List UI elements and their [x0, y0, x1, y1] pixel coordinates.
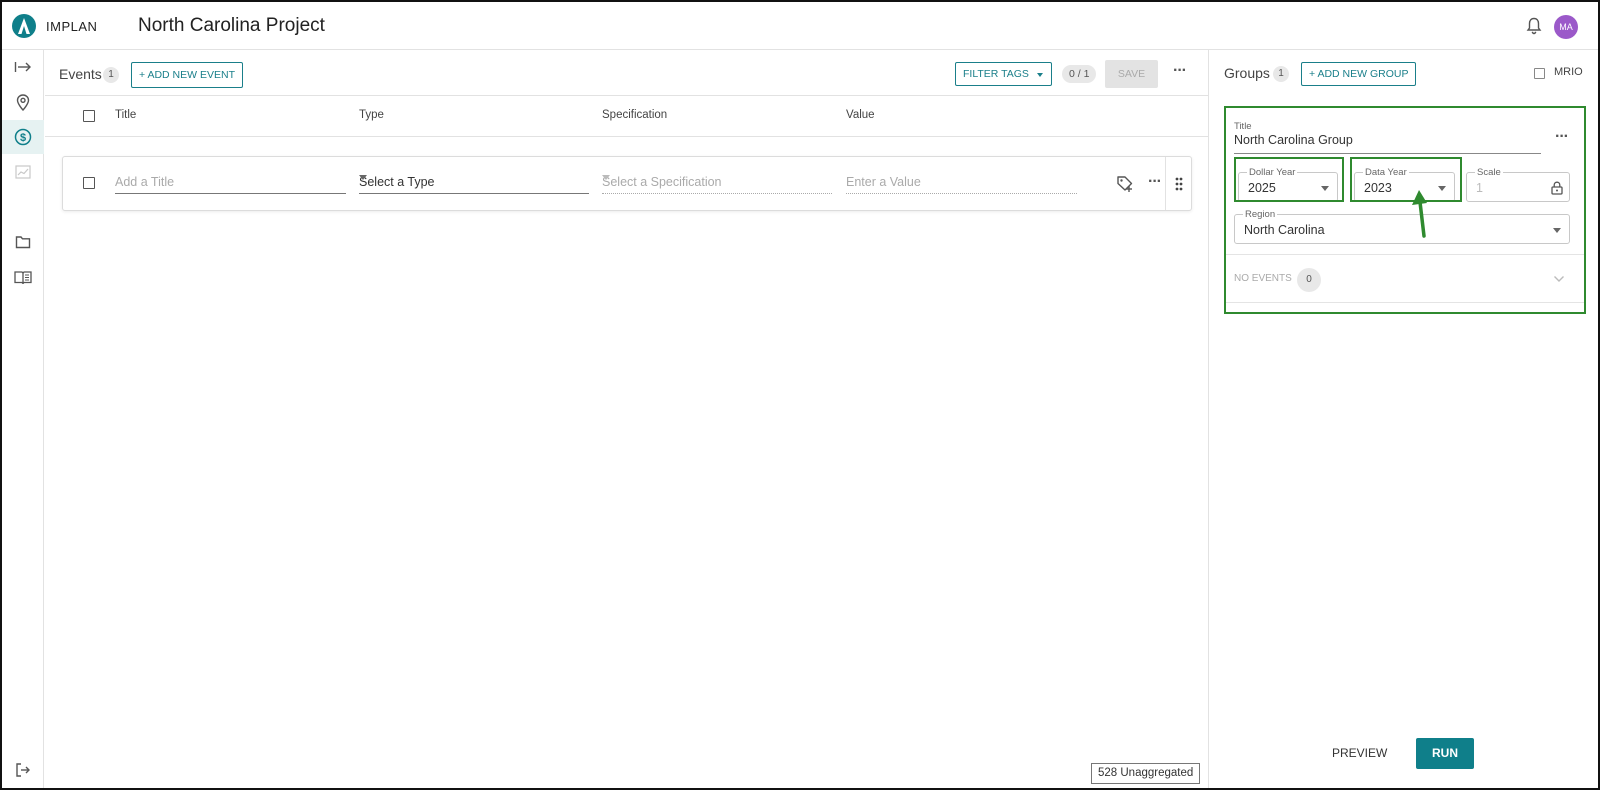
scale-label: Scale: [1475, 167, 1503, 178]
group-title-value: North Carolina Group: [1234, 133, 1353, 147]
chart-line-icon: [15, 165, 31, 179]
region-label: Region: [1243, 209, 1278, 220]
event-type-select[interactable]: Select a Type: [359, 174, 589, 194]
logout-button[interactable]: [2, 753, 44, 787]
mrio-checkbox[interactable]: [1534, 68, 1545, 79]
selection-count-badge: 0 / 1: [1062, 65, 1097, 83]
group-title-label: Title: [1234, 121, 1252, 132]
dollar-year-highlight: [1234, 157, 1344, 202]
group-divider: [1226, 254, 1584, 255]
location-pin-icon: [16, 93, 30, 111]
left-nav-rail: $: [2, 50, 44, 788]
group-card: Title North Carolina Group ··· Dollar Ye…: [1224, 106, 1586, 314]
chevron-down-icon: [1036, 73, 1043, 77]
events-toolbar: Events 1 + ADD NEW EVENT FILTER TAGS 0 /…: [45, 50, 1209, 96]
chevron-down-icon: [359, 175, 367, 180]
event-row-more-icon[interactable]: ···: [1148, 173, 1162, 191]
add-tag-icon[interactable]: [1116, 175, 1134, 193]
column-title: Title: [115, 109, 137, 121]
group-events-count-badge: 0: [1297, 268, 1321, 292]
rail-expand-button[interactable]: [2, 50, 44, 84]
events-more-icon[interactable]: ···: [1173, 62, 1187, 80]
column-value: Value: [846, 109, 875, 121]
events-count-badge: 1: [103, 67, 119, 83]
expand-arrow-icon: [14, 62, 31, 72]
group-title-input[interactable]: North Carolina Group: [1234, 133, 1541, 154]
events-label: Events: [59, 66, 102, 82]
project-title: North Carolina Project: [138, 15, 325, 36]
select-all-checkbox[interactable]: [83, 110, 95, 122]
event-title-input[interactable]: Add a Title: [115, 174, 346, 194]
event-type-value: Select a Type: [359, 175, 435, 189]
save-button[interactable]: SAVE: [1105, 60, 1158, 88]
rail-item-impacts[interactable]: $: [2, 120, 44, 154]
drag-handle-icon: [1175, 177, 1182, 190]
folder-icon: [15, 236, 31, 249]
dollar-circle-icon: $: [14, 128, 32, 146]
brand-name: IMPLAN: [46, 19, 98, 34]
book-icon: [14, 271, 32, 284]
preview-button[interactable]: PREVIEW: [1332, 746, 1387, 760]
filter-tags-label: FILTER TAGS: [963, 68, 1029, 80]
top-bar: IMPLAN North Carolina Project MA: [2, 2, 1598, 50]
rail-item-help[interactable]: [2, 260, 44, 294]
implan-logo-icon: [12, 14, 36, 38]
chevron-down-icon: [1553, 228, 1561, 233]
expand-chevron-icon[interactable]: [1553, 275, 1565, 283]
scale-value: 1: [1476, 181, 1483, 195]
column-type: Type: [359, 109, 384, 121]
column-specification: Specification: [602, 109, 668, 121]
event-row-checkbox[interactable]: [83, 177, 95, 189]
groups-label: Groups: [1224, 65, 1270, 81]
logout-icon: [16, 763, 30, 777]
svg-text:$: $: [20, 132, 26, 144]
lock-icon: [1551, 181, 1563, 195]
no-events-label: NO EVENTS: [1234, 273, 1292, 284]
region-select[interactable]: Region North Carolina: [1234, 209, 1570, 244]
run-button[interactable]: RUN: [1416, 738, 1474, 769]
mrio-label: MRIO: [1554, 66, 1583, 78]
filter-tags-dropdown[interactable]: FILTER TAGS: [955, 62, 1052, 86]
event-value-input[interactable]: Enter a Value: [846, 174, 1077, 194]
annotation-arrow-icon: [1412, 190, 1427, 238]
groups-count-badge: 1: [1273, 66, 1289, 82]
scale-field: Scale 1: [1466, 167, 1570, 202]
event-specification-placeholder: Select a Specification: [602, 175, 722, 189]
event-title-placeholder: Add a Title: [115, 175, 175, 189]
events-panel: Events 1 + ADD NEW EVENT FILTER TAGS 0 /…: [45, 50, 1209, 788]
event-specification-select[interactable]: Select a Specification: [602, 174, 832, 194]
groups-panel: Groups 1 + ADD NEW GROUP MRIO Title Nort…: [1210, 50, 1598, 788]
group-divider-bottom: [1226, 302, 1584, 303]
unaggregated-badge: 528 Unaggregated: [1091, 763, 1201, 784]
user-avatar[interactable]: MA: [1554, 15, 1578, 39]
add-new-event-button[interactable]: + ADD NEW EVENT: [131, 62, 243, 88]
event-row: Add a Title Select a Type Select a Speci…: [62, 156, 1192, 211]
rail-item-region[interactable]: [2, 85, 44, 119]
add-new-group-button[interactable]: + ADD NEW GROUP: [1301, 62, 1417, 86]
region-value: North Carolina: [1244, 223, 1325, 237]
chevron-down-icon: [602, 175, 610, 180]
event-row-drag-handle[interactable]: [1165, 157, 1191, 210]
event-value-placeholder: Enter a Value: [846, 175, 921, 189]
events-column-header: Title Type Specification Value: [45, 96, 1209, 137]
group-more-icon[interactable]: ···: [1555, 128, 1569, 146]
rail-item-results[interactable]: [2, 155, 44, 189]
data-year-highlight: [1350, 157, 1462, 202]
bell-icon[interactable]: [1526, 17, 1542, 35]
rail-item-projects[interactable]: [2, 225, 44, 259]
